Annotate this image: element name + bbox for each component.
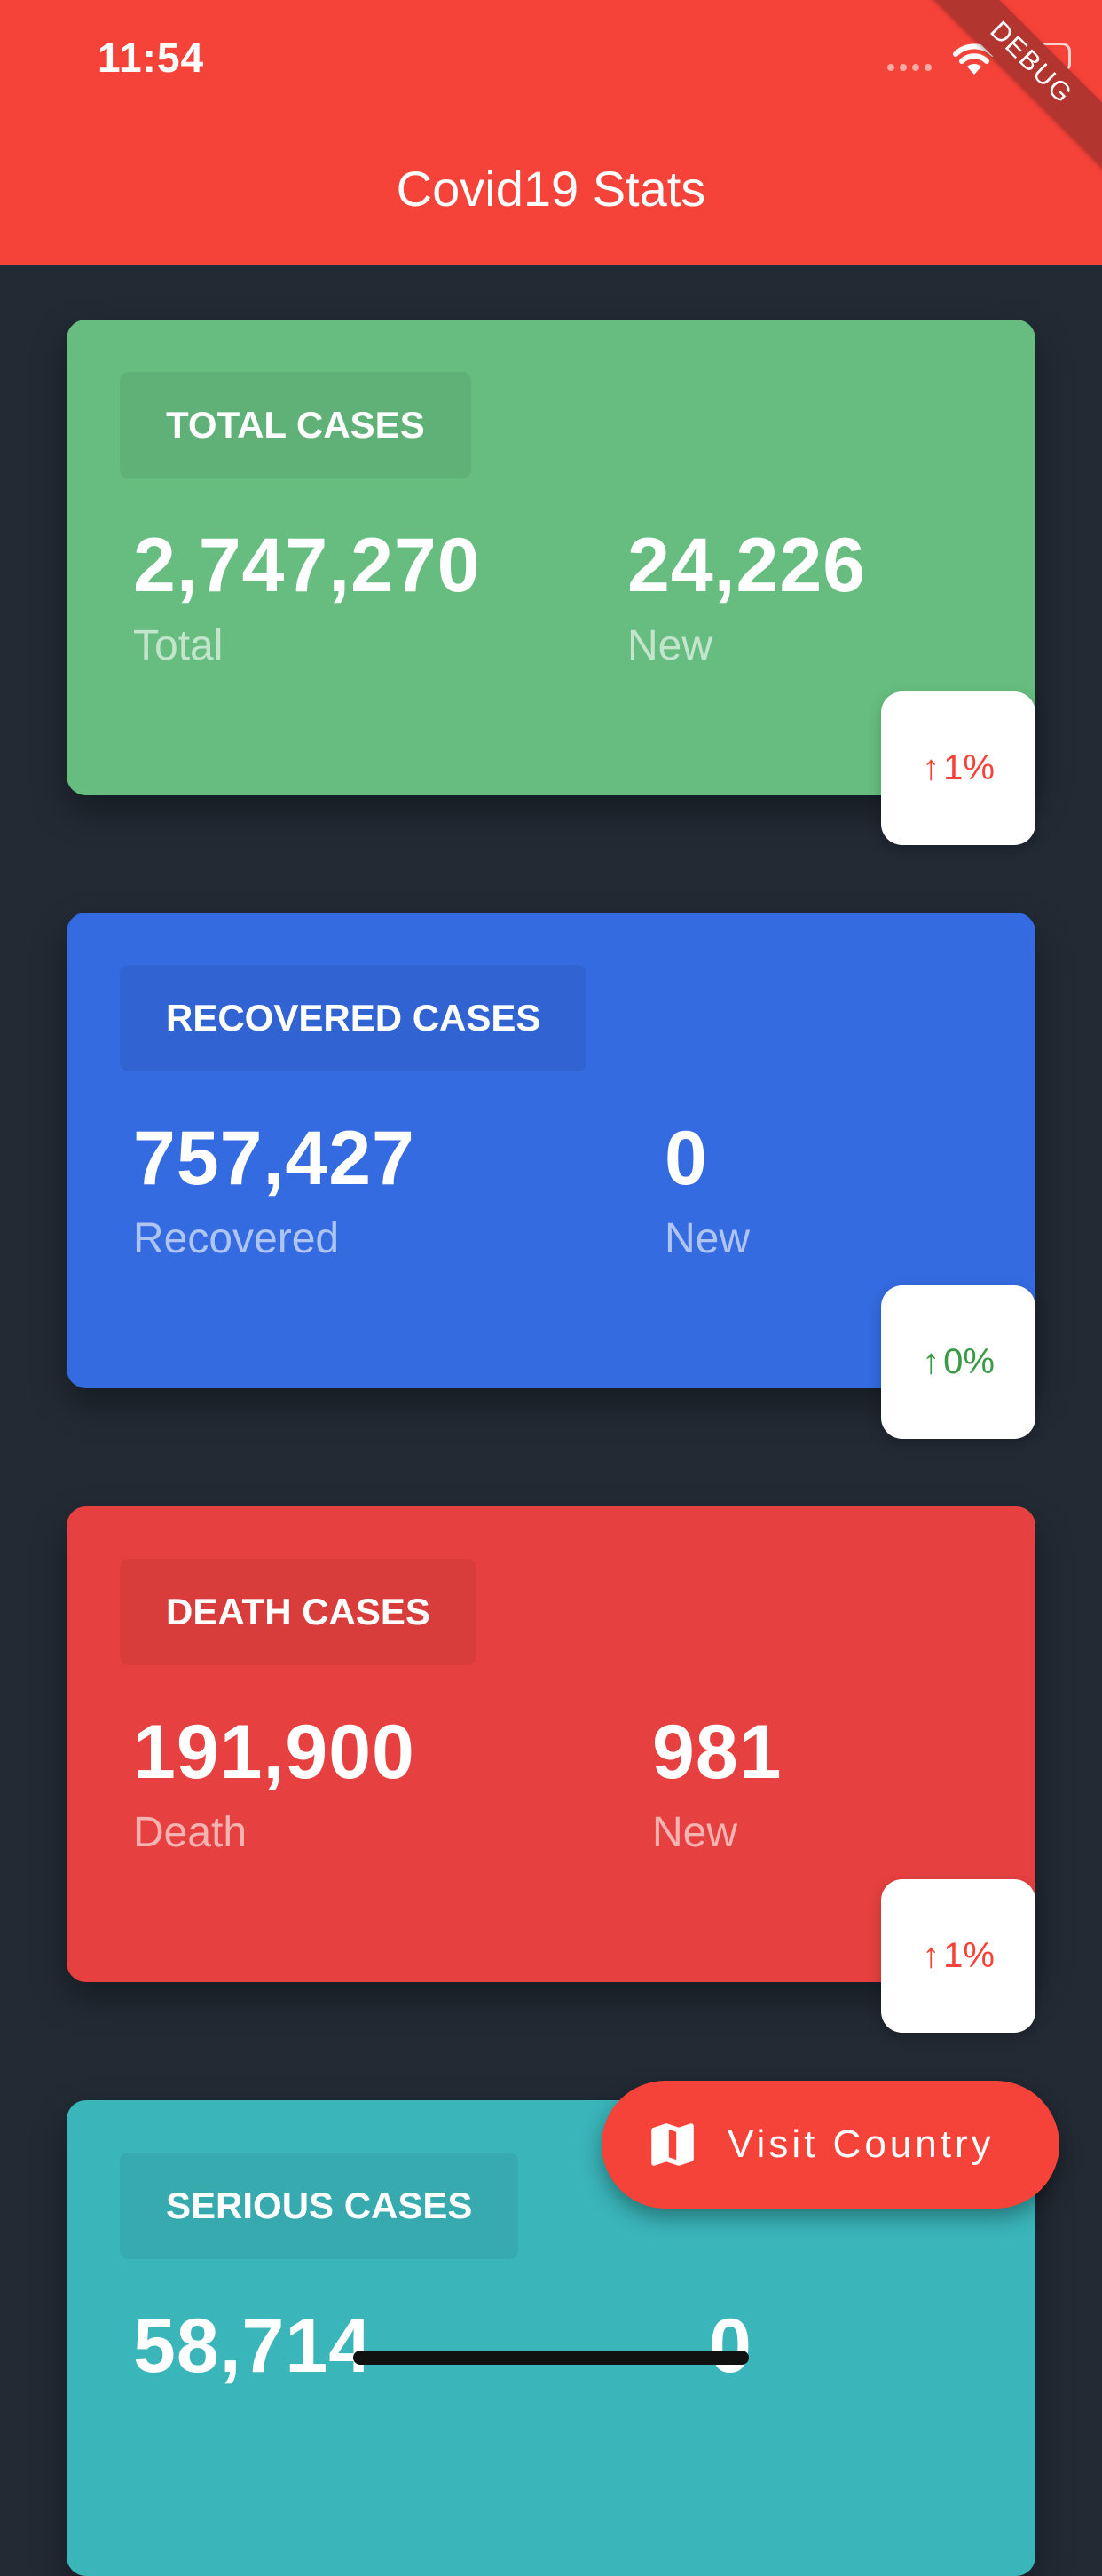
new-value: 0 bbox=[665, 1116, 708, 1201]
death-change-badge: ↑ 1% bbox=[881, 1879, 1035, 2033]
card-label: RECOVERED CASES bbox=[120, 965, 587, 1071]
card-label: TOTAL CASES bbox=[120, 372, 471, 478]
total-value: 2,747,270 bbox=[133, 523, 481, 608]
serious-value: 58,714 bbox=[133, 2303, 373, 2389]
arrow-up-icon: ↑ bbox=[922, 1342, 941, 1381]
death-value: 191,900 bbox=[133, 1710, 415, 1795]
home-indicator[interactable] bbox=[353, 2351, 749, 2365]
app-bar: 11:54 DEBUG Covid19 Stats bbox=[0, 0, 1102, 265]
new-value: 24,226 bbox=[627, 523, 867, 608]
change-value: 0% bbox=[943, 1342, 995, 1381]
map-icon bbox=[651, 2123, 694, 2166]
status-icons: DEBUG bbox=[836, 0, 1102, 173]
new-label: New bbox=[652, 1809, 738, 1856]
arrow-up-icon: ↑ bbox=[922, 748, 941, 787]
new-label: New bbox=[665, 1215, 751, 1262]
debug-banner: DEBUG bbox=[921, 0, 1102, 173]
visit-country-label: Visit Country bbox=[728, 2122, 995, 2166]
signal-icon bbox=[887, 64, 932, 71]
card-label: DEATH CASES bbox=[120, 1559, 476, 1665]
recovered-label: Recovered bbox=[133, 1215, 340, 1262]
arrow-up-icon: ↑ bbox=[922, 1936, 941, 1975]
card-label: SERIOUS CASES bbox=[120, 2153, 519, 2259]
total-label: Total bbox=[133, 622, 224, 669]
visit-country-button[interactable]: Visit Country bbox=[602, 2081, 1059, 2209]
new-value: 0 bbox=[709, 2303, 752, 2389]
total-change-badge: ↑ 1% bbox=[881, 691, 1035, 845]
page-title: Covid19 Stats bbox=[396, 161, 706, 217]
change-value: 1% bbox=[943, 1936, 995, 1975]
new-label: New bbox=[627, 622, 713, 669]
new-value: 981 bbox=[652, 1710, 783, 1795]
status-time: 11:54 bbox=[98, 35, 205, 81]
recovered-change-badge: ↑ 0% bbox=[881, 1285, 1035, 1439]
recovered-value: 757,427 bbox=[133, 1116, 415, 1201]
death-label: Death bbox=[133, 1809, 248, 1856]
change-value: 1% bbox=[943, 748, 995, 787]
